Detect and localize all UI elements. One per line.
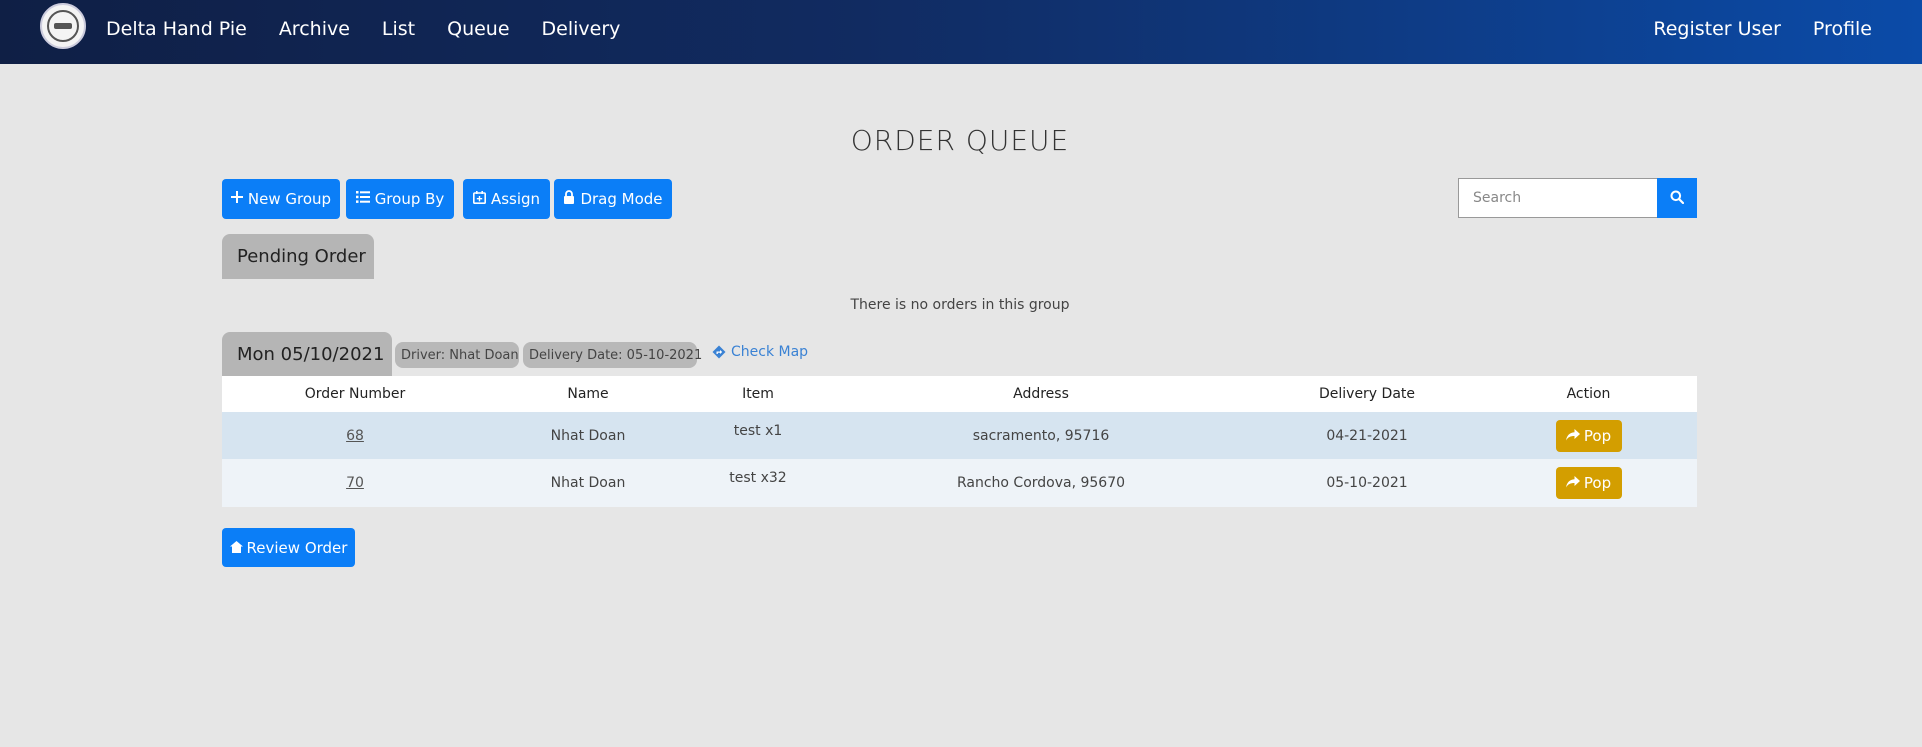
new-group-button[interactable]: New Group	[222, 179, 340, 219]
table-row[interactable]: 68 Nhat Doan test x1 sacramento, 95716 0…	[222, 412, 1697, 459]
empty-group-message: There is no orders in this group	[850, 297, 1070, 313]
delivery-date-cell: 05-10-2021	[1254, 459, 1480, 507]
check-map-link[interactable]: Check Map	[712, 344, 808, 360]
page-title: ORDER QUEUE	[850, 124, 1070, 157]
order-number-cell: 68	[222, 412, 488, 459]
top-navbar: Delta Hand Pie Archive List Queue Delive…	[0, 0, 1922, 64]
new-group-label: New Group	[247, 190, 332, 208]
order-number-link[interactable]: 70	[346, 475, 364, 491]
nav-right: Register User Profile	[1621, 0, 1872, 58]
pop-label: Pop	[1583, 474, 1612, 492]
driver-badge-label: Driver: Nhat Doan	[401, 347, 519, 363]
nav-brand[interactable]: Delta Hand Pie	[106, 18, 247, 40]
delivery-date-cell: 04-21-2021	[1254, 412, 1480, 459]
group-by-button[interactable]: Group By	[346, 179, 454, 219]
calendar-plus-icon	[472, 190, 486, 208]
list-icon	[355, 191, 370, 207]
column-header-name: Name	[488, 376, 688, 412]
nav-link-delivery[interactable]: Delivery	[542, 18, 621, 40]
plus-icon	[230, 191, 243, 207]
item-cell: test x1	[688, 412, 828, 459]
order-number-cell: 70	[222, 459, 488, 507]
drag-mode-button[interactable]: Drag Mode	[554, 179, 672, 219]
directions-icon	[712, 345, 726, 359]
seal-logo-icon[interactable]	[40, 3, 86, 49]
home-icon	[229, 539, 243, 557]
assign-label: Assign	[490, 190, 541, 208]
group-date-tab[interactable]: Mon 05/10/2021	[222, 332, 392, 376]
nav-link-queue[interactable]: Queue	[447, 18, 509, 40]
column-header-address: Address	[828, 376, 1254, 412]
pop-button[interactable]: Pop	[1555, 419, 1622, 452]
pending-order-title: Pending Order	[237, 246, 366, 267]
nav-link-list[interactable]: List	[382, 18, 415, 40]
pending-order-tab[interactable]: Pending Order	[222, 234, 374, 279]
column-header-delivery-date: Delivery Date	[1254, 376, 1480, 412]
table-row[interactable]: 70 Nhat Doan test x32 Rancho Cordova, 95…	[222, 459, 1697, 507]
action-cell: Pop	[1480, 412, 1697, 459]
pop-label: Pop	[1583, 426, 1612, 445]
search-button[interactable]	[1657, 178, 1697, 218]
group-date-title: Mon 05/10/2021	[237, 343, 385, 365]
nav-link-archive[interactable]: Archive	[279, 18, 350, 40]
address-cell: sacramento, 95716	[828, 412, 1254, 459]
driver-badge: Driver: Nhat Doan	[395, 342, 519, 368]
orders-table: Order Number Name Item Address Delivery …	[222, 376, 1697, 507]
delivery-date-badge: Delivery Date: 05-10-2021	[523, 342, 702, 368]
search-icon	[1670, 189, 1685, 208]
review-order-label: Review Order	[246, 538, 348, 557]
column-header-action: Action	[1480, 376, 1697, 412]
lock-icon	[563, 190, 575, 208]
nav-link-profile[interactable]: Profile	[1813, 18, 1872, 40]
order-number-link[interactable]: 68	[346, 428, 364, 444]
item-text: test x1	[733, 422, 783, 439]
item-cell: test x32	[688, 459, 828, 507]
action-cell: Pop	[1480, 459, 1697, 507]
share-arrow-icon	[1565, 427, 1580, 445]
delivery-date-badge-label: Delivery Date: 05-10-2021	[529, 347, 703, 363]
name-cell: Nhat Doan	[488, 459, 688, 507]
drag-mode-label: Drag Mode	[580, 190, 663, 208]
nav-left: Delta Hand Pie Archive List Queue Delive…	[106, 0, 652, 58]
address-cell: Rancho Cordova, 95670	[828, 459, 1254, 507]
nav-link-register-user[interactable]: Register User	[1653, 18, 1781, 40]
item-text: test x32	[729, 470, 787, 486]
column-header-order-number: Order Number	[222, 376, 488, 412]
check-map-label: Check Map	[731, 344, 809, 360]
share-arrow-icon	[1565, 474, 1580, 492]
pop-button[interactable]: Pop	[1555, 467, 1622, 499]
group-by-label: Group By	[374, 190, 445, 208]
review-order-button[interactable]: Review Order	[222, 528, 355, 567]
table-header-row: Order Number Name Item Address Delivery …	[222, 376, 1697, 412]
column-header-item: Item	[688, 376, 828, 412]
search-input[interactable]	[1458, 178, 1658, 218]
name-cell: Nhat Doan	[488, 412, 688, 459]
assign-button[interactable]: Assign	[463, 179, 550, 219]
